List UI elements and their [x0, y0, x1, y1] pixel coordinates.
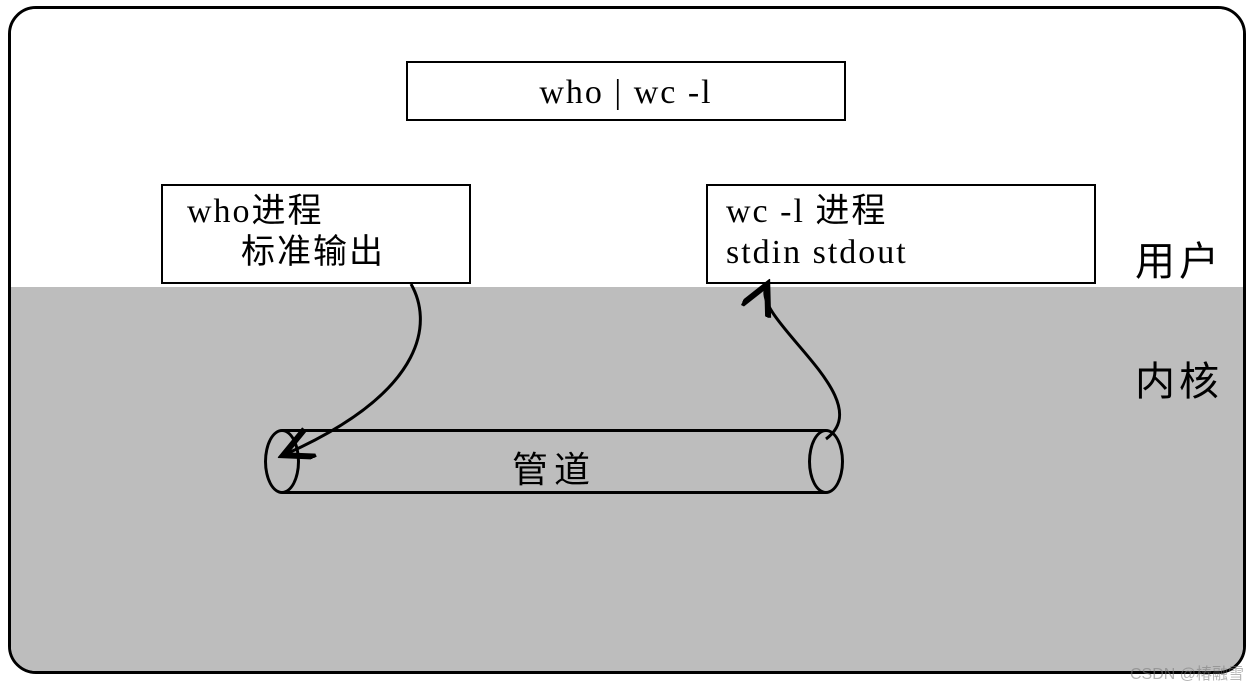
who-process-box: who进程 标准输出 — [161, 184, 471, 284]
who-process-title: who进程 — [181, 193, 324, 230]
kernel-label: 内核 — [1135, 349, 1223, 407]
who-process-stdout: 标准输出 — [181, 234, 385, 271]
wc-process-title: wc -l 进程 — [726, 193, 887, 230]
command-box: who | wc -l — [406, 61, 846, 121]
wc-process-stdio: stdin stdout — [726, 234, 908, 271]
pipe: 管道 — [264, 429, 844, 494]
watermark: CSDN @椿融雪 — [1130, 660, 1244, 684]
wc-process-box: wc -l 进程 stdin stdout — [706, 184, 1096, 284]
command-text: who | wc -l — [539, 74, 712, 111]
user-label: 用户 — [1135, 229, 1223, 287]
pipe-label: 管道 — [264, 441, 844, 493]
diagram-frame: who | wc -l who进程 标准输出 wc -l 进程 stdin st… — [8, 6, 1246, 674]
